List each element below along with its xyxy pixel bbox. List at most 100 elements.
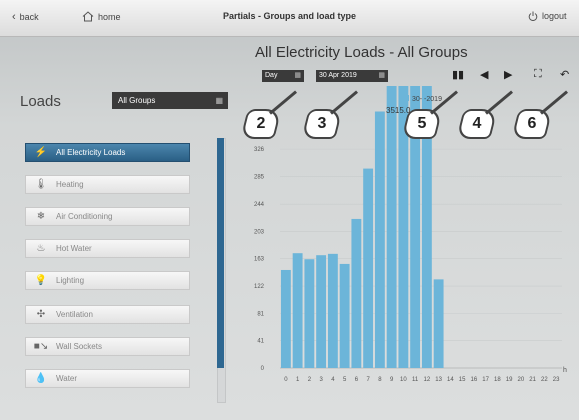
load-item-wall-sockets[interactable]: ■↘ Wall Sockets	[25, 337, 190, 356]
x-tick-label: 22	[541, 377, 548, 383]
x-tick-label: 20	[518, 377, 525, 383]
bar-hour-0[interactable]	[280, 269, 291, 368]
load-item-water[interactable]: 💧 Water	[25, 369, 190, 388]
load-item-label: Hot Water	[56, 244, 92, 253]
load-item-air-conditioning[interactable]: ❄ Air Conditioning	[25, 207, 190, 226]
home-icon	[82, 11, 94, 22]
x-tick-label: 19	[506, 377, 513, 383]
lightning-icon: ⚡	[34, 147, 48, 158]
x-tick-label: 15	[459, 377, 466, 383]
thermometer-icon: 🌡	[34, 179, 48, 190]
bar-hour-7[interactable]	[363, 168, 374, 368]
load-item-label: Water	[56, 374, 78, 383]
previous-button[interactable]: ◀	[480, 68, 488, 81]
load-item-label: All Electricity Loads	[56, 148, 126, 157]
chevron-left-icon: ‹	[12, 11, 16, 23]
x-tick-label: 13	[435, 377, 442, 383]
bar-hour-2[interactable]	[304, 259, 315, 368]
callout-3: 3	[301, 109, 343, 139]
load-item-all-electricity[interactable]: ⚡ All Electricity Loads	[25, 143, 190, 162]
x-tick-label: 10	[400, 377, 407, 383]
x-tick-label: 12	[424, 377, 431, 383]
x-tick-label: 7	[366, 377, 370, 383]
bar-hour-9[interactable]	[386, 86, 397, 368]
callout-4: 4	[456, 109, 498, 139]
load-item-lighting[interactable]: 💡 Lighting	[25, 271, 190, 290]
callout-tail	[485, 90, 514, 115]
next-button[interactable]: ▶	[504, 68, 512, 81]
x-tick-label: 1	[296, 377, 300, 383]
x-tick-label: 16	[471, 377, 478, 383]
x-tick-label: 8	[378, 377, 382, 383]
bar-hour-3[interactable]	[316, 255, 327, 368]
load-item-heating[interactable]: 🌡 Heating	[25, 175, 190, 194]
calendar-icon: ▦	[215, 96, 223, 105]
x-tick-label: 21	[529, 377, 536, 383]
page-title: All Electricity Loads - All Groups	[255, 44, 468, 61]
y-tick-label: 326	[254, 147, 265, 153]
y-tick-label: 41	[257, 338, 264, 344]
lamp-icon: 💡	[34, 275, 48, 286]
y-tick-label: 285	[254, 175, 265, 181]
period-select-value: Day	[265, 72, 278, 79]
home-label: home	[98, 11, 121, 22]
home-button[interactable]: home	[82, 11, 121, 22]
undo-button[interactable]: ↶	[560, 68, 569, 81]
callout-tail	[430, 90, 459, 115]
calendar-icon: ▦	[378, 72, 385, 79]
fan-icon: ✣	[36, 309, 46, 320]
group-select-value: All Groups	[118, 96, 156, 105]
date-select[interactable]: 30 Apr 2019 ▦	[316, 70, 388, 82]
bar-hour-1[interactable]	[292, 253, 303, 368]
bar-hour-6[interactable]	[351, 218, 362, 368]
x-axis-unit: h	[563, 367, 567, 374]
x-tick-label: 0	[284, 377, 288, 383]
water-drop-icon: 💧	[34, 373, 48, 384]
callout-tail	[540, 90, 569, 115]
callout-2: 2	[240, 109, 282, 139]
load-item-label: Ventilation	[56, 310, 93, 319]
compare-button[interactable]: ▮▮	[452, 68, 464, 81]
fullscreen-button[interactable]: ⛶	[534, 68, 542, 81]
x-tick-label: 2	[308, 377, 312, 383]
y-tick-label: 244	[254, 202, 265, 208]
compare-icon: ▮▮	[452, 69, 465, 81]
group-select[interactable]: All Groups ▦	[112, 92, 228, 109]
x-tick-label: 4	[331, 377, 335, 383]
logout-button[interactable]: logout	[528, 11, 567, 21]
callout-6: 6	[511, 109, 553, 139]
load-item-ventilation[interactable]: ✣ Ventilation	[25, 305, 190, 324]
x-tick-label: 17	[482, 377, 489, 383]
x-tick-label: 3	[319, 377, 323, 383]
x-tick-label: 23	[553, 377, 560, 383]
calendar-icon: ▦	[294, 72, 301, 79]
x-tick-label: 18	[494, 377, 501, 383]
scrollbar-thumb[interactable]	[217, 138, 224, 368]
x-tick-label: 14	[447, 377, 454, 383]
y-tick-label: 163	[254, 257, 265, 263]
back-button[interactable]: ‹ back	[12, 11, 39, 23]
x-tick-label: 6	[355, 377, 359, 383]
period-select[interactable]: Day ▦	[262, 70, 304, 82]
legend-label: 30- -2019	[412, 96, 442, 103]
arrow-right-icon: ▶	[504, 69, 513, 81]
bar-hour-13[interactable]	[433, 279, 444, 368]
bar-hour-5[interactable]	[339, 263, 350, 368]
date-select-value: 30 Apr 2019	[319, 72, 357, 79]
y-tick-label: 0	[261, 366, 265, 372]
load-item-label: Air Conditioning	[56, 212, 113, 221]
x-tick-label: 9	[390, 377, 394, 383]
hot-water-icon: ♨	[36, 243, 46, 254]
bar-hour-4[interactable]	[327, 253, 338, 368]
x-tick-label: 11	[412, 377, 419, 383]
fullscreen-icon: ⛶	[534, 68, 542, 80]
undo-icon: ↶	[560, 69, 570, 81]
load-item-hot-water[interactable]: ♨ Hot Water	[25, 239, 190, 258]
y-tick-label: 81	[257, 312, 264, 318]
arrow-left-icon: ◀	[480, 69, 489, 81]
power-icon	[528, 11, 538, 21]
logout-label: logout	[542, 11, 567, 21]
top-bar: ‹ back home Partials - Groups and load t…	[0, 0, 579, 37]
load-item-label: Heating	[56, 180, 84, 189]
bar-hour-8[interactable]	[374, 111, 385, 368]
